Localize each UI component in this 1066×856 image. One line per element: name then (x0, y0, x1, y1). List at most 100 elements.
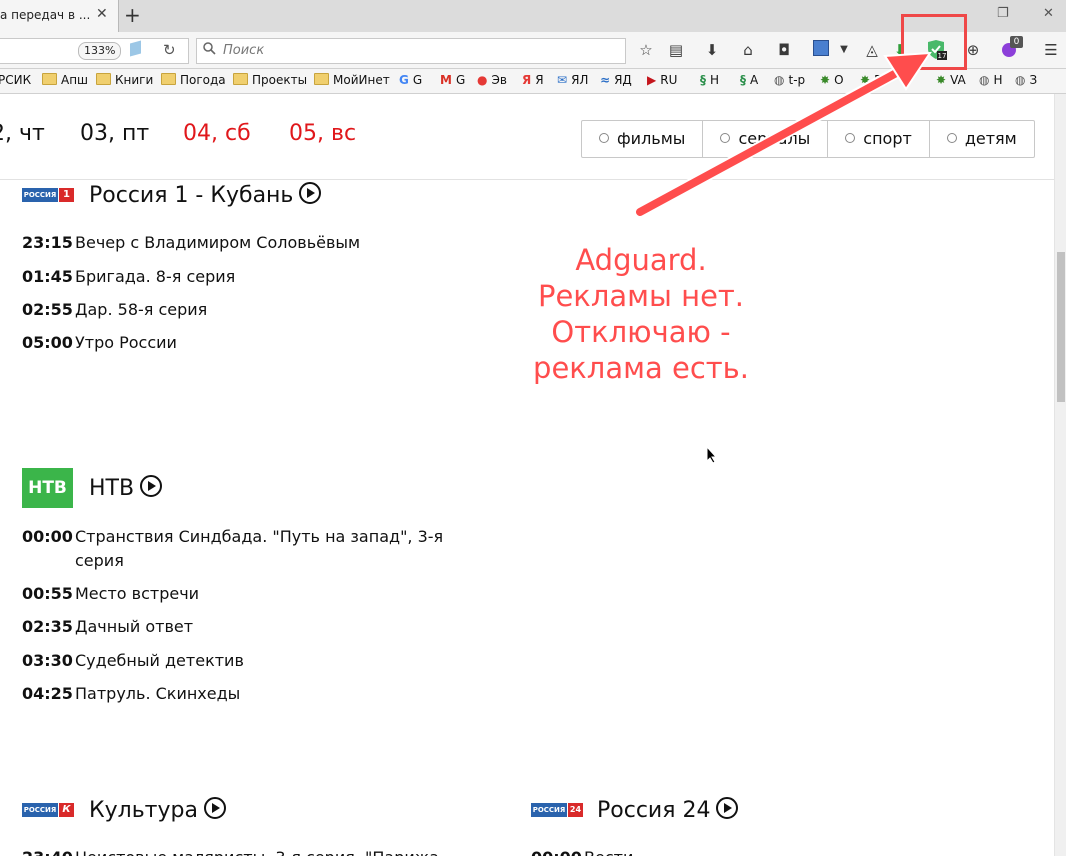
play-icon[interactable] (140, 475, 163, 497)
mail-icon: ✉ (557, 73, 568, 87)
bookmark-item[interactable]: РСИК (0, 73, 31, 87)
mouse-cursor-icon (706, 446, 718, 464)
program-item[interactable]: 00:00 Странствия Синдбада. "Путь на запад… (22, 525, 462, 573)
reload-icon[interactable]: ↻ (163, 41, 176, 59)
bookmark-star-icon[interactable]: ☆ (635, 40, 657, 60)
play-icon[interactable] (299, 182, 322, 204)
pocket-icon[interactable]: ◘ (773, 40, 795, 60)
bookmark-item[interactable]: ✸ О (820, 73, 844, 87)
bookmark-item[interactable]: ◍ t-p (774, 73, 805, 87)
scrollbar[interactable] (1054, 94, 1066, 856)
bookmark-folder[interactable]: Погода (161, 73, 226, 87)
play-icon[interactable] (203, 797, 226, 819)
day-tab-weekend[interactable]: 05, вс (289, 121, 356, 146)
globe-icon: ◍ (774, 73, 785, 87)
program-item[interactable]: 23:40Неистовые маляристы. 3-я серия. "Па… (22, 846, 462, 856)
speed-dial-icon[interactable] (810, 40, 832, 60)
bookmark-item[interactable]: § Н (700, 73, 719, 87)
dropdown-arrow-icon[interactable]: ▼ (838, 40, 850, 60)
filter-films[interactable]: фильмы (582, 121, 704, 157)
google-icon: G (399, 73, 409, 87)
channel-title-rossia1[interactable]: Россия 1 - Кубань (89, 182, 322, 208)
radio-icon (720, 133, 731, 143)
close-window-icon[interactable]: ✕ (1043, 6, 1054, 21)
filter-kids[interactable]: детям (930, 121, 1034, 157)
bookmark-item[interactable]: ▶ RU (647, 73, 677, 87)
bookmark-folder[interactable]: МойИнет (314, 73, 390, 87)
restore-window-icon[interactable]: ❐ (997, 6, 1009, 21)
bookmark-item[interactable]: § А (740, 73, 758, 87)
program-item[interactable]: 04:25 Патруль. Скинхеды (22, 682, 462, 706)
folder-icon (96, 73, 111, 85)
tab-close-icon[interactable]: ✕ (96, 6, 108, 22)
bookmark-item[interactable]: ● Эв (477, 73, 507, 87)
annotation-text: Adguard. Рекламы нет. Отключаю - реклама… (533, 243, 749, 385)
program-item[interactable]: 23:15 Вечер с Владимиром Соловьёвым (22, 231, 462, 255)
folder-icon (233, 73, 248, 85)
zoom-indicator[interactable]: 133% (78, 42, 122, 60)
rossia1-logo: РОССИЯ 1 (22, 188, 74, 202)
channel-title-kultura[interactable]: Культура (89, 797, 226, 823)
bookmark-item[interactable]: GG (399, 73, 422, 87)
rossia24-logo: РОССИЯ 24 (531, 803, 583, 817)
annotation-highlight-box (901, 14, 967, 70)
filter-sport[interactable]: спорт (828, 121, 930, 157)
day-tab[interactable]: 03, пт (80, 121, 149, 146)
program-item[interactable]: 00:55 Место встречи (22, 582, 462, 606)
kultura-logo: РОССИЯ К (22, 803, 74, 817)
dragon-icon: § (700, 73, 706, 87)
downloads-icon[interactable]: ⬇ (701, 40, 723, 60)
extension-triangle-icon[interactable]: ◬ (861, 40, 883, 60)
folder-icon (161, 73, 176, 85)
channel-title-ntv[interactable]: НТВ (89, 475, 163, 501)
play-icon[interactable] (716, 797, 739, 819)
program-item[interactable]: 01:45 Бригада. 8-я серия (22, 265, 462, 289)
cube-icon (130, 40, 141, 57)
bookmark-item[interactable]: ◍ Н (979, 73, 1003, 87)
bookmarks-bar: РСИК Апш Книги Погода Проекты МойИнет GG… (0, 69, 1066, 94)
extension-purple-icon[interactable]: 0 (998, 36, 1023, 60)
bookmark-folder[interactable]: Апш (42, 73, 88, 87)
program-item[interactable]: 02:35 Дачный ответ (22, 615, 462, 639)
program-item[interactable]: 02:55 Дар. 58-я серия (22, 298, 462, 322)
program-item[interactable]: 03:30 Судебный детектив (22, 649, 462, 673)
search-placeholder: Поиск (223, 43, 265, 58)
globe-icon: ◍ (979, 73, 990, 87)
bookmark-item[interactable]: MG (440, 73, 465, 87)
radio-icon (946, 133, 957, 143)
bookmark-item[interactable]: ✉ ЯЛ (557, 73, 588, 87)
scrollbar-thumb[interactable] (1057, 252, 1065, 402)
ntv-logo: НТВ (22, 468, 73, 508)
yandex-disk-icon: ≈ (600, 73, 611, 87)
url-bar[interactable]: 133% ↻ (0, 38, 189, 64)
bookmark-item[interactable]: ◍ З (1015, 73, 1037, 87)
dragon-icon: § (740, 73, 746, 87)
new-tab-button[interactable]: + (124, 3, 141, 27)
youtube-icon: ▶ (647, 73, 657, 87)
bookmark-item[interactable]: ✸ VA (936, 73, 966, 87)
day-tab-weekend[interactable]: 04, сб (183, 121, 251, 146)
channel-title-rossia24[interactable]: Россия 24 (597, 797, 739, 823)
filter-series[interactable]: сериалы (703, 121, 829, 157)
reading-list-icon[interactable]: ▤ (665, 40, 687, 60)
home-icon[interactable]: ⌂ (737, 40, 759, 60)
bookmark-item[interactable]: ЯЯ (522, 73, 544, 87)
search-icon (203, 42, 216, 55)
program-item[interactable]: 05:00 Утро России (22, 331, 462, 355)
bookmark-folder[interactable]: Проекты (233, 73, 307, 87)
search-input[interactable]: Поиск (196, 38, 626, 64)
folder-icon (42, 73, 57, 85)
program-item[interactable]: 00:00Вести (531, 846, 971, 856)
day-tab[interactable]: 2, чт (0, 121, 45, 146)
menu-hamburger-icon[interactable]: ☰ (1040, 40, 1062, 60)
radio-icon (599, 133, 609, 143)
bookmark-folder[interactable]: Книги (96, 73, 153, 87)
tab-title: а передач в ... (0, 8, 91, 22)
bookmark-item[interactable]: ≈ ЯД (600, 73, 632, 87)
bookmark-item[interactable]: ✸ П (860, 73, 883, 87)
virus-icon: ✸ (936, 73, 947, 87)
browser-tab[interactable]: а передач в ... ✕ (0, 0, 119, 32)
yandex-icon: Я (522, 73, 532, 87)
extension-badge: 0 (1010, 36, 1023, 48)
globe-icon: ◍ (1015, 73, 1026, 87)
